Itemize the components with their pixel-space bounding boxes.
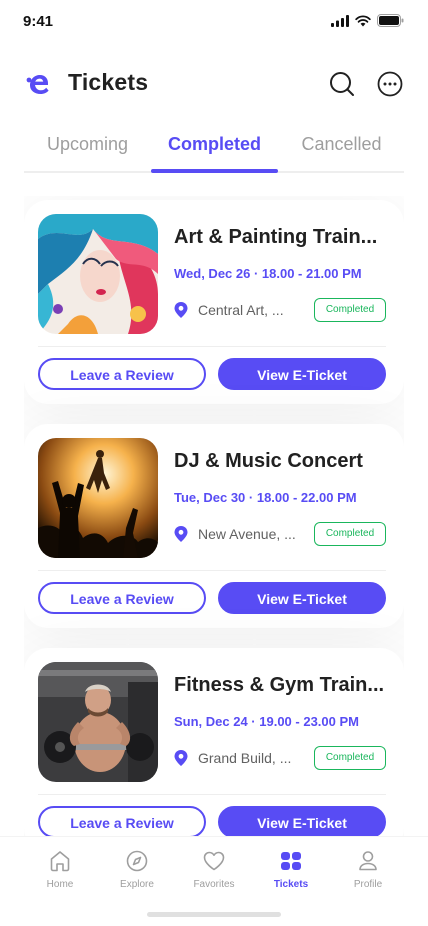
nav-label: Home <box>46 879 74 890</box>
signal-icon <box>331 14 349 27</box>
status-time: 9:41 <box>23 13 54 30</box>
leave-review-button[interactable]: Leave a Review <box>38 582 206 614</box>
wifi-icon <box>355 14 371 26</box>
app-logo-icon <box>26 75 49 94</box>
ticket-card[interactable]: Art & Painting Train... Wed, Dec 26 · 18… <box>24 200 404 404</box>
tab-completed[interactable]: Completed <box>151 126 278 173</box>
event-title: DJ & Music Concert <box>174 450 363 472</box>
nav-profile[interactable]: Profile <box>333 849 403 893</box>
event-date: Wed, Dec 26 · 18.00 - 21.00 PM <box>174 266 362 281</box>
ticket-card[interactable]: Fitness & Gym Train... Sun, Dec 24 · 19.… <box>24 648 404 836</box>
gym-image <box>38 662 158 782</box>
card-divider <box>38 346 386 347</box>
card-divider <box>38 794 386 795</box>
home-icon <box>50 851 70 872</box>
nav-label: Tickets <box>273 879 309 890</box>
nav-favorites[interactable]: Favorites <box>179 849 249 893</box>
event-title: Fitness & Gym Train... <box>174 674 385 696</box>
page-title: Tickets <box>68 69 149 95</box>
nav-label: Explore <box>120 879 154 890</box>
home-indicator <box>147 912 281 917</box>
nav-explore[interactable]: Explore <box>102 849 172 893</box>
status-badge: Completed <box>314 522 386 546</box>
view-eticket-button[interactable]: View E-Ticket <box>218 806 386 836</box>
event-location: Central Art, ... <box>198 302 284 318</box>
nav-home[interactable]: Home <box>25 849 95 893</box>
nav-label: Favorites <box>193 879 235 890</box>
ticket-card[interactable]: DJ & Music Concert Tue, Dec 30 · 18.00 -… <box>24 424 404 628</box>
location-pin-icon <box>174 302 188 318</box>
event-date: Sun, Dec 24 · 19.00 - 23.00 PM <box>174 714 359 729</box>
tab-cancelled[interactable]: Cancelled <box>278 126 405 171</box>
heart-icon <box>203 851 225 871</box>
ticket-tabs: Upcoming Completed Cancelled <box>24 126 404 173</box>
nav-tickets[interactable]: Tickets <box>256 849 326 893</box>
status-badge: Completed <box>314 746 386 770</box>
leave-review-button[interactable]: Leave a Review <box>38 806 206 836</box>
location-pin-icon <box>174 526 188 542</box>
nav-label: Profile <box>353 879 383 890</box>
view-eticket-button[interactable]: View E-Ticket <box>218 582 386 614</box>
leave-review-button[interactable]: Leave a Review <box>38 358 206 390</box>
more-options-button[interactable] <box>376 70 404 98</box>
tab-upcoming[interactable]: Upcoming <box>24 126 151 171</box>
event-location: New Avenue, ... <box>198 526 296 542</box>
card-divider <box>38 570 386 571</box>
status-badge: Completed <box>314 298 386 322</box>
event-date: Tue, Dec 30 · 18.00 - 22.00 PM <box>174 490 357 505</box>
compass-icon <box>126 850 148 872</box>
ticket-icon <box>281 852 301 870</box>
view-eticket-button[interactable]: View E-Ticket <box>218 358 386 390</box>
status-bar: 9:41 <box>0 0 428 44</box>
event-location: Grand Build, ... <box>198 750 292 766</box>
event-title: Art & Painting Train... <box>174 226 378 248</box>
art-painting-image <box>38 214 158 334</box>
status-icons <box>331 14 404 27</box>
ticket-list[interactable]: Art & Painting Train... Wed, Dec 26 · 18… <box>24 196 404 836</box>
concert-image <box>38 438 158 558</box>
battery-icon <box>377 14 404 27</box>
app-header: Tickets <box>0 62 428 106</box>
search-icon <box>330 72 354 96</box>
more-circle-icon <box>377 71 403 97</box>
search-button[interactable] <box>328 70 356 98</box>
profile-icon <box>359 851 377 871</box>
location-pin-icon <box>174 750 188 766</box>
